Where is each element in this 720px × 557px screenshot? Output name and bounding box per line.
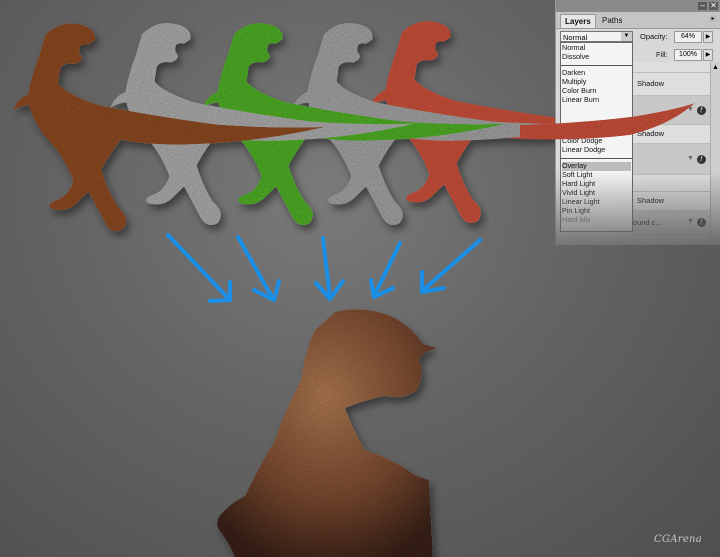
panel-menu-icon[interactable]: ▸ (709, 15, 717, 23)
fill-slider-toggle[interactable]: ▶ (703, 49, 713, 61)
layers-list: Shadow ▼ ƒ Shadow ▼ ƒ Shadow ound c... ▼… (633, 62, 711, 242)
opacity-input[interactable]: 64% (674, 31, 702, 43)
fx-icon[interactable]: ƒ (697, 218, 706, 227)
layer-effects-row[interactable]: ▼ ƒ (633, 144, 711, 175)
fx-icon[interactable]: ƒ (697, 155, 706, 164)
chevron-down-icon: ▼ (621, 32, 632, 41)
blend-option-hard-mix[interactable]: Hard Mix (562, 215, 591, 225)
layer-header (633, 62, 711, 73)
fill-input[interactable]: 100% (674, 49, 702, 61)
layer-row[interactable]: Shadow (633, 192, 711, 211)
result-dinosaur (217, 309, 437, 557)
arrow-3 (314, 236, 345, 301)
menu-divider (561, 65, 632, 66)
expand-triangle-icon[interactable]: ▼ (687, 218, 694, 225)
layer-row[interactable] (633, 175, 711, 192)
minimize-button[interactable]: – (698, 2, 707, 10)
arrow-4 (369, 241, 402, 299)
scroll-up-icon[interactable]: ▲ (712, 64, 719, 71)
menu-divider (561, 158, 632, 159)
fill-label: Fill: (656, 50, 668, 59)
layer-name: ound c... (633, 218, 662, 227)
arrow-5 (420, 238, 482, 294)
tab-layers[interactable]: Layers (560, 14, 596, 28)
panel-titlebar: – ✕ (556, 0, 720, 12)
arrow-2 (236, 235, 281, 302)
opacity-slider-toggle[interactable]: ▶ (703, 31, 713, 43)
blend-mode-value: Normal (563, 33, 588, 42)
credit-watermark: CGArena (654, 534, 703, 545)
panel-tabs: Layers Paths ▸ (556, 12, 720, 29)
opacity-label: Opacity: (640, 32, 668, 41)
blend-option-linear-dodge[interactable]: Linear Dodge (562, 145, 605, 155)
arrow-1 (166, 233, 232, 303)
blend-mode-select[interactable]: Normal ▼ (560, 31, 633, 42)
layer-row[interactable]: Shadow (633, 73, 711, 96)
expand-triangle-icon[interactable]: ▼ (687, 155, 694, 162)
layer-name: Shadow (637, 196, 665, 205)
layers-scrollbar[interactable]: ▲ (710, 62, 720, 242)
layer-name: Shadow (637, 79, 665, 88)
layer-row[interactable]: ound c... ▼ ƒ (633, 211, 711, 236)
close-button[interactable]: ✕ (709, 2, 718, 10)
composite-illustration: – ✕ Layers Paths ▸ Normal ▼ Opacity: 64%… (0, 0, 720, 557)
tab-paths[interactable]: Paths (598, 14, 626, 27)
blend-option-dissolve[interactable]: Dissolve (562, 52, 589, 62)
dino-tail-overlap (520, 103, 695, 140)
